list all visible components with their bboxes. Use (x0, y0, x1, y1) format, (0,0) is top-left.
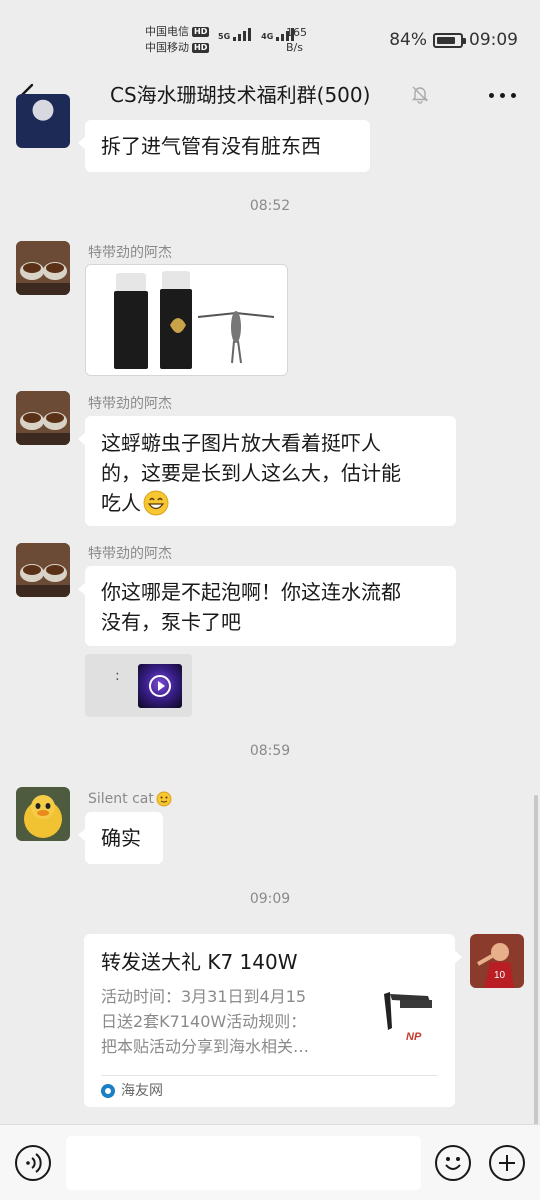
scrollbar[interactable] (534, 795, 538, 1125)
source-logo-icon (101, 1084, 115, 1098)
smile-emoji-icon (156, 791, 172, 807)
battery-percent: 84% (389, 30, 427, 50)
message-line: 没有，泵卡了吧 (101, 610, 241, 634)
video-attachment[interactable]: : (85, 654, 192, 717)
avatar[interactable] (16, 543, 70, 597)
message-line: 你这哪是不起泡啊！你这连水流都 (101, 580, 401, 604)
sender-name-text: Silent cat (88, 791, 154, 807)
emoji-icon (445, 1157, 461, 1170)
sender-name: 特带劲的阿杰 (88, 245, 172, 261)
chat-header: CS海水珊瑚技术福利群(500) (0, 64, 540, 126)
play-icon (149, 675, 171, 697)
input-bar (0, 1124, 540, 1200)
timestamp: 08:52 (249, 198, 291, 214)
timestamp: 08:59 (249, 743, 291, 759)
card-title: 转发送大礼 K7 140W (101, 950, 298, 974)
carrier-1: 中国电信 (145, 25, 189, 38)
thumb-logo-text: NP (406, 1031, 422, 1043)
carrier-info: 中国电信 HD 中国移动 HD (145, 24, 210, 56)
more-dots-icon[interactable] (489, 93, 516, 98)
message-bubble[interactable]: 拆了进气管有没有脏东西 (78, 120, 370, 172)
emoji-button[interactable] (435, 1145, 471, 1181)
message-bubble[interactable]: 你这哪是不起泡啊！你这连水流都 没有，泵卡了吧 (78, 566, 456, 646)
card-source: 海友网 (101, 1081, 163, 1101)
sender-name: 特带劲的阿杰 (88, 546, 172, 562)
source-name: 海友网 (121, 1083, 163, 1099)
link-card[interactable]: 转发送大礼 K7 140W 活动时间：3月31日到4月15 日送2套K7140W… (84, 934, 462, 1107)
battery-icon (433, 32, 466, 48)
message-line: 的，这要是长到人这么大，估计能 (101, 461, 401, 485)
hd-badge: HD (192, 27, 210, 37)
image-message[interactable] (85, 264, 288, 376)
avatar[interactable] (16, 241, 70, 295)
bell-muted-icon (411, 86, 429, 104)
message-text: 确实 (101, 826, 141, 850)
attachment-separator: : (115, 668, 120, 684)
signal-icons: 5G 4G (218, 28, 295, 41)
message-bubble[interactable]: 这蜉蝣虫子图片放大看着挺吓人 的，这要是长到人这么大，估计能 吃人 (78, 416, 456, 526)
avatar[interactable] (16, 391, 70, 445)
video-thumbnail[interactable] (138, 664, 182, 708)
net-speed: 165 B/s (286, 26, 307, 54)
status-bar: 中国电信 HD 中国移动 HD 5G 4G 165 B/s 84% 09:09 (0, 0, 540, 64)
card-desc-line: 日送2套K7140W活动规则： (101, 1012, 307, 1031)
card-desc-line: 活动时间：3月31日到4月15 (101, 987, 307, 1006)
voice-button[interactable] (15, 1145, 51, 1181)
message-text: 拆了进气管有没有脏东西 (101, 134, 321, 158)
message-line: 这蜉蝣虫子图片放大看着挺吓人 (101, 431, 381, 455)
sender-name: Silent cat (88, 790, 172, 808)
avatar[interactable] (16, 94, 70, 148)
message-bubble[interactable]: 确实 (78, 812, 163, 864)
avatar[interactable] (16, 787, 70, 841)
message-line: 吃人 (101, 491, 141, 515)
carrier-2: 中国移动 (145, 41, 189, 54)
grin-emoji-icon (143, 490, 169, 516)
chat-title: CS海水珊瑚技术福利群(500) (110, 83, 371, 107)
svg-text:10: 10 (494, 970, 506, 981)
signal-5g-icon: 5G (218, 28, 252, 41)
timestamp: 09:09 (249, 891, 291, 907)
card-divider (101, 1075, 438, 1076)
product-image (86, 265, 287, 375)
clock: 09:09 (469, 30, 518, 50)
card-description: 活动时间：3月31日到4月15 日送2套K7140W活动规则： 把本贴活动分享到… (101, 984, 355, 1059)
card-desc-line: 把本贴活动分享到海水相关… (101, 1037, 310, 1056)
sender-name: 特带劲的阿杰 (88, 396, 172, 412)
avatar[interactable]: 10 (470, 934, 524, 988)
voice-icon (26, 1153, 42, 1173)
hd-badge: HD (192, 43, 210, 53)
card-thumbnail: NP (378, 988, 440, 1050)
plus-icon[interactable] (489, 1145, 525, 1181)
status-right: 84% 09:09 (389, 30, 518, 50)
message-input[interactable] (66, 1136, 421, 1190)
